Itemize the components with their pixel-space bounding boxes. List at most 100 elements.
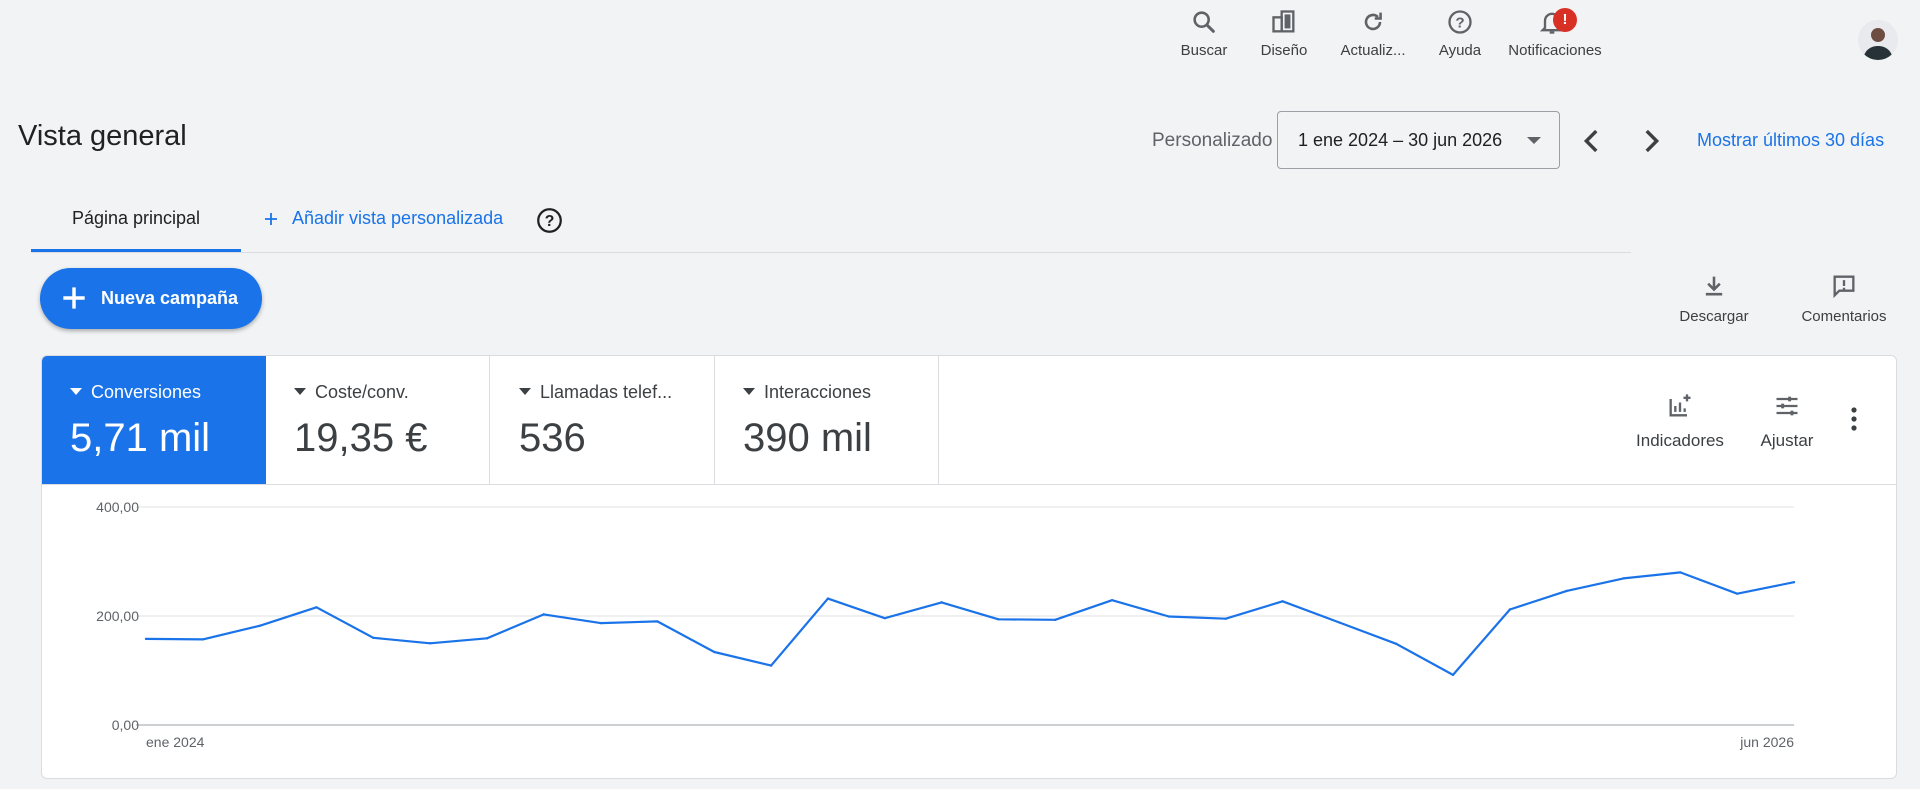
refresh-label: Actualiz... xyxy=(1340,42,1406,59)
data-point xyxy=(1281,600,1284,603)
metric-interactions[interactable]: Interacciones 390 mil xyxy=(715,356,939,484)
metric-label-text: Interacciones xyxy=(764,382,872,402)
conversions-line-chart: 400,00 200,00 0,00 ene 2024 jun 2026 xyxy=(96,499,1796,750)
metric-label: Interacciones xyxy=(743,382,871,403)
data-point xyxy=(713,650,716,654)
indicators-button[interactable]: Indicadores xyxy=(1622,392,1738,451)
dropdown-triangle-icon xyxy=(743,387,755,395)
performance-card: Conversiones 5,71 mil Coste/conv. 19,35 … xyxy=(41,355,1897,779)
download-button[interactable]: Descargar xyxy=(1668,272,1760,325)
notifications-button[interactable]: ! Notificaciones xyxy=(1500,8,1610,59)
metric-label: Conversiones xyxy=(70,382,201,403)
metric-value: 5,71 mil xyxy=(70,416,211,460)
x-tick-label-start: ene 2024 xyxy=(146,734,205,750)
refresh-icon xyxy=(1364,12,1382,31)
data-point xyxy=(1395,642,1398,645)
date-range-select[interactable]: 1 ene 2024 – 30 jun 2026 xyxy=(1277,111,1560,169)
notifications-label: Notificaciones xyxy=(1508,42,1602,59)
data-point xyxy=(1792,581,1796,584)
feedback-icon xyxy=(1833,275,1855,299)
data-point xyxy=(1338,621,1341,624)
data-point xyxy=(769,664,773,667)
y-tick-label: 400,00 xyxy=(96,499,139,515)
data-point xyxy=(1054,618,1057,622)
svg-text:?: ? xyxy=(545,213,555,230)
help-circle-icon[interactable]: ? xyxy=(536,207,563,234)
feedback-label: Comentarios xyxy=(1801,308,1887,325)
tune-icon xyxy=(1776,396,1798,416)
tab-home[interactable]: Página principal xyxy=(31,208,241,252)
data-point xyxy=(1679,571,1682,574)
date-range-label: Personalizado xyxy=(1152,130,1273,151)
data-point xyxy=(599,621,602,625)
dropdown-triangle-icon xyxy=(70,387,82,395)
data-point xyxy=(372,636,375,639)
search-label: Buscar xyxy=(1180,42,1228,59)
chevron-left-icon[interactable] xyxy=(1575,124,1609,158)
metric-value: 536 xyxy=(519,416,586,460)
x-tick-label-end: jun 2026 xyxy=(1739,734,1794,750)
data-point xyxy=(1565,589,1568,593)
metric-label-text: Coste/conv. xyxy=(315,382,409,402)
data-point xyxy=(315,606,318,609)
data-point xyxy=(201,638,205,641)
add-chart-icon xyxy=(1669,394,1691,417)
layout-icon xyxy=(1272,10,1295,33)
metric-phone-calls[interactable]: Llamadas telef... 536 xyxy=(491,356,715,484)
plus-icon xyxy=(63,287,85,309)
data-point xyxy=(485,637,489,640)
indicators-label: Indicadores xyxy=(1636,431,1724,450)
data-point xyxy=(428,642,432,645)
data-point xyxy=(883,616,886,620)
adjust-button[interactable]: Ajustar xyxy=(1747,392,1827,451)
dropdown-caret-icon xyxy=(1527,137,1541,144)
y-tick-label: 0,00 xyxy=(112,717,139,733)
download-label: Descargar xyxy=(1679,308,1749,325)
refresh-button[interactable]: Actualiz... xyxy=(1328,8,1418,59)
search-icon xyxy=(1193,11,1215,33)
data-point xyxy=(1622,577,1625,580)
data-point xyxy=(826,597,830,600)
data-point xyxy=(656,620,659,623)
user-avatar-icon xyxy=(1858,20,1898,60)
dropdown-triangle-icon xyxy=(294,387,306,395)
data-point xyxy=(1110,598,1114,602)
search-button[interactable]: Buscar xyxy=(1158,8,1250,59)
data-point xyxy=(542,613,545,616)
more-vert-icon[interactable] xyxy=(1848,406,1860,432)
metric-value: 390 mil xyxy=(743,416,872,460)
show-last-30-days-link[interactable]: Mostrar últimos 30 días xyxy=(1697,130,1884,151)
data-point xyxy=(1224,617,1227,620)
add-custom-view-label: Añadir vista personalizada xyxy=(292,208,504,228)
avatar[interactable] xyxy=(1858,20,1898,60)
series-line xyxy=(145,571,1795,676)
metric-label: Llamadas telef... xyxy=(519,382,672,403)
metric-label-text: Conversiones xyxy=(91,382,202,402)
help-button[interactable]: ? Ayuda xyxy=(1414,8,1506,59)
add-custom-view-tab[interactable]: Añadir vista personalizada xyxy=(262,208,503,229)
chevron-right-icon[interactable] xyxy=(1634,124,1668,158)
metric-label: Coste/conv. xyxy=(294,382,409,403)
tab-divider xyxy=(31,252,1631,253)
new-campaign-button[interactable]: Nueva campaña xyxy=(40,268,262,329)
notification-badge: ! xyxy=(1553,8,1577,32)
data-point xyxy=(1167,615,1171,618)
data-point xyxy=(1735,592,1739,595)
help-icon: ? xyxy=(1448,10,1472,34)
data-point xyxy=(940,601,943,604)
date-range-value: 1 ene 2024 – 30 jun 2026 xyxy=(1298,130,1503,150)
y-tick-label: 200,00 xyxy=(96,608,139,624)
data-point xyxy=(258,624,261,628)
layout-button[interactable]: Diseño xyxy=(1238,8,1330,59)
layout-label: Diseño xyxy=(1260,42,1308,59)
feedback-button[interactable]: Comentarios xyxy=(1792,272,1896,325)
metric-label-text: Llamadas telef... xyxy=(540,382,673,402)
new-campaign-label: Nueva campaña xyxy=(101,288,239,308)
metric-value: 19,35 € xyxy=(294,416,428,460)
dropdown-triangle-icon xyxy=(519,387,531,395)
page-title: Vista general xyxy=(18,120,187,152)
data-point xyxy=(1508,608,1512,611)
metric-cost-per-conversion[interactable]: Coste/conv. 19,35 € xyxy=(266,356,490,484)
data-point xyxy=(144,637,148,641)
metric-conversions[interactable]: Conversiones 5,71 mil xyxy=(42,356,266,484)
